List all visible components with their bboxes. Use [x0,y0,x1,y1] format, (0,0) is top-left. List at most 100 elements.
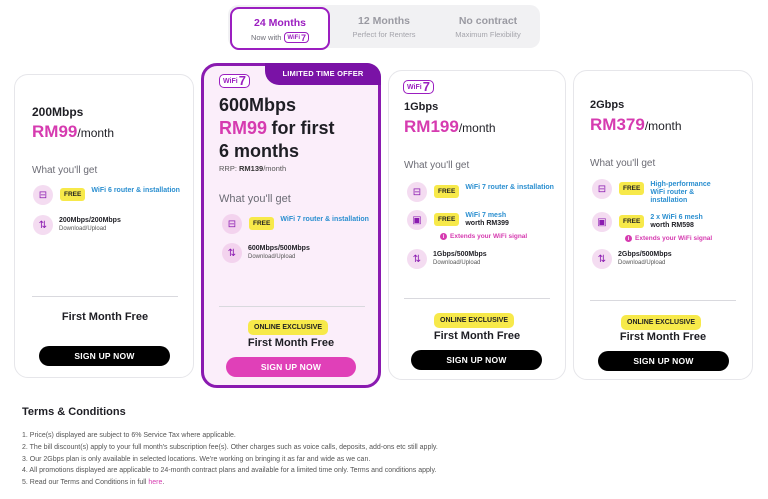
rrp-text: RRP: RM139/month [219,164,287,173]
transfer-arrows-icon: ⇅ [407,249,427,269]
feature-text: WiFi 7 mesh [465,212,507,219]
free-badge: FREE [619,215,645,228]
feature-router: ⊟ FREE WiFi 7 router & installation [407,182,562,202]
divider [219,306,365,307]
worth-text: worth RM399 [465,220,509,227]
offer-text: First Month Free [619,331,707,343]
online-exclusive-badge: ONLINE EXCLUSIVE [434,313,515,328]
terms-item: 1. Price(s) displayed are subject to 6% … [22,432,236,439]
free-badge: FREE [60,188,86,201]
plan-card-1gbps: WiFi 7 1Gbps RM199/month What you'll get … [388,70,566,380]
online-exclusive-badge: ONLINE EXCLUSIVE [621,315,702,330]
feature-text: 2 x WiFi 6 mesh [650,214,703,221]
speed-subtext: Download/Upload [618,260,666,266]
sign-up-button[interactable]: SIGN UP NOW [226,357,356,377]
offer-text: First Month Free [433,330,521,342]
info-icon: i [440,233,447,240]
transfer-arrows-icon: ⇅ [592,249,612,269]
router-icon: ⊟ [407,182,427,202]
tab-no-contract[interactable]: No contract Maximum Flexibility [436,5,540,48]
wifi7-logo: WiFi 7 [284,32,310,43]
wifi7-logo: WiFi 7 [403,80,434,94]
speed-text: 1Gbps/500Mbps [433,251,487,258]
feature-router: ⊟ FREE High-performance WiFi router & in… [592,179,750,205]
what-you-get-label: What you'll get [404,160,470,171]
router-icon: ⊟ [222,214,242,234]
plan-price: RM99 for first [219,118,335,138]
feature-mesh: ▣ FREE 2 x WiFi 6 mesh worth RM598 [592,212,750,232]
feature-text: High-performance WiFi router & installat… [650,181,711,204]
speed-subtext: Download/Upload [433,260,481,266]
transfer-arrows-icon: ⇅ [33,215,53,235]
plan-speed: 200Mbps [32,105,84,119]
mesh-icon: ▣ [407,210,427,230]
speed-text: 200Mbps/200Mbps [59,217,121,224]
offer-text: First Month Free [61,311,149,323]
price-duration: 6 months [219,141,300,161]
tab-24-months[interactable]: 24 Months Now with WiFi 7 [230,7,330,50]
tab-subtitle: Perfect for Renters [352,30,416,39]
terms-title: Terms & Conditions [22,406,126,418]
feature-speed: ⇅ 1Gbps/500Mbps Download/Upload [407,249,562,269]
router-icon: ⊟ [592,179,612,199]
plan-card-600mbps: LIMITED TIME OFFER WiFi 7 600Mbps RM99 fo… [201,63,381,388]
offer-text: First Month Free [247,337,335,349]
divider [590,300,736,301]
terms-link[interactable]: here [148,479,162,486]
feature-router: ⊟ FREE WiFi 6 router & installation [33,185,193,205]
feature-speed: ⇅ 200Mbps/200Mbps Download/Upload [33,215,193,235]
contract-tabs: 24 Months Now with WiFi 7 12 Months Perfe… [228,5,540,50]
feature-text: WiFi 7 router & installation [465,184,554,191]
what-you-get-label: What you'll get [590,158,656,169]
tab-title: 12 Months [358,15,410,27]
plan-price: RM99/month [32,122,115,141]
feature-mesh: ▣ FREE WiFi 7 mesh worth RM399 [407,210,562,230]
speed-subtext: Download/Upload [59,226,107,232]
tab-12-months[interactable]: 12 Months Perfect for Renters [332,5,436,48]
terms-list: 1. Price(s) displayed are subject to 6% … [22,430,438,489]
speed-subtext: Download/Upload [248,254,296,260]
plan-price: RM379/month [590,115,682,134]
speed-text: 600Mbps/500Mbps [248,245,310,252]
router-icon: ⊟ [33,185,53,205]
terms-item-last: 5. Read our Terms and Conditions in full… [22,479,165,487]
feature-speed: ⇅ 2Gbps/500Mbps Download/Upload [592,249,750,269]
sign-up-button[interactable]: SIGN UP NOW [411,350,542,370]
info-icon: i [625,235,632,242]
free-badge: FREE [619,182,645,195]
divider [32,296,178,297]
speed-text: 2Gbps/500Mbps [618,251,672,258]
feature-text: WiFi 7 router & installation [280,216,369,223]
transfer-arrows-icon: ⇅ [222,243,242,263]
tab-subtitle: Maximum Flexibility [455,30,521,39]
feature-router: ⊟ FREE WiFi 7 router & installation [222,214,377,234]
wifi7-logo: WiFi 7 [219,74,250,88]
terms-item: 3. Our 2Gbps plan is only available in s… [22,455,371,463]
plan-speed: 600Mbps [219,95,297,115]
tab-title: 24 Months [254,17,306,29]
free-badge: FREE [434,185,460,198]
plan-card-200mbps: 200Mbps RM99/month What you'll get ⊟ FRE… [14,74,194,378]
plan-price: RM199/month [404,117,496,136]
worth-text: worth RM598 [650,222,694,229]
online-exclusive-badge: ONLINE EXCLUSIVE [248,320,329,335]
what-you-get-label: What you'll get [32,165,98,176]
what-you-get-label: What you'll get [219,193,291,205]
sign-up-button[interactable]: SIGN UP NOW [39,346,170,366]
extends-signal-note: i Extends your WiFi signal [440,233,527,240]
terms-item: 2. The bill discount(s) apply to your fu… [22,443,438,451]
limited-offer-ribbon: LIMITED TIME OFFER [265,63,381,85]
sign-up-button[interactable]: SIGN UP NOW [598,351,729,371]
terms-item: 4. All promotions displayed are applicab… [22,467,437,475]
extends-signal-note: i Extends your WiFi signal [625,235,712,242]
tab-title: No contract [458,15,518,27]
plan-card-2gbps: 2Gbps RM379/month What you'll get ⊟ FREE… [573,70,753,380]
plan-speed: 2Gbps [590,99,625,111]
divider [404,298,550,299]
mesh-icon: ▣ [592,212,612,232]
feature-text: WiFi 6 router & installation [91,187,180,194]
tab-subtitle: Now with [250,33,282,42]
plan-speed: 1Gbps [404,101,439,113]
free-badge: FREE [249,217,275,230]
feature-speed: ⇅ 600Mbps/500Mbps Download/Upload [222,243,377,263]
